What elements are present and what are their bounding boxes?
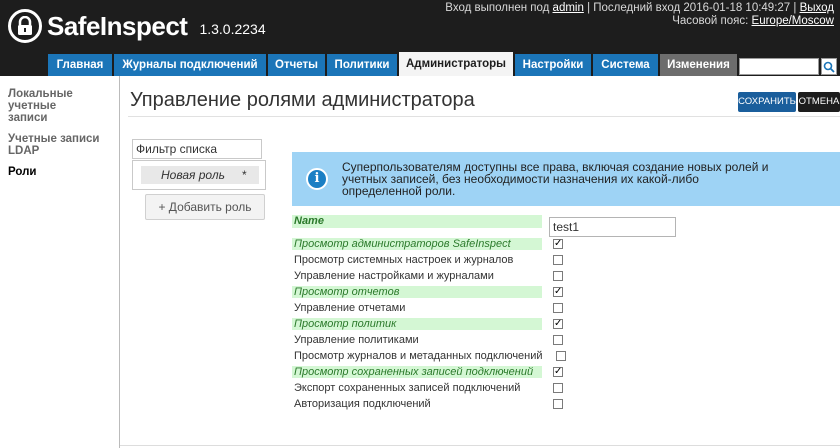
last-login: | Последний вход 2016-01-18 10:49:27 | — [587, 2, 797, 14]
permission-label: Экспорт сохраненных записей подключений — [294, 382, 521, 394]
user-link[interactable]: admin — [553, 2, 584, 14]
permission-checkbox[interactable] — [556, 351, 566, 361]
add-role-button[interactable]: + Добавить роль — [145, 194, 265, 220]
top-navigation: Главная Журналы подключений Отчеты Полит… — [0, 52, 840, 76]
tab-connection-logs[interactable]: Журналы подключений — [114, 54, 267, 76]
permission-checkbox[interactable] — [553, 383, 563, 393]
bottom-divider — [120, 445, 840, 446]
tab-home[interactable]: Главная — [48, 54, 113, 76]
search-icon — [823, 61, 835, 73]
sidebar-item-local-accounts[interactable]: Локальные учетные записи — [8, 88, 98, 124]
permission-checkbox[interactable]: ✓ — [553, 239, 563, 249]
permission-label: Управление отчетами — [294, 302, 406, 314]
permission-label: Авторизация подключений — [294, 398, 431, 410]
tab-administrators[interactable]: Администраторы — [399, 52, 514, 76]
info-icon: i — [306, 168, 328, 190]
permission-checkbox[interactable]: ✓ — [553, 287, 563, 297]
sidebar-item-roles[interactable]: Роли — [8, 166, 119, 178]
permission-checkbox[interactable]: ✓ — [553, 367, 563, 377]
role-name: Новая роль — [161, 168, 225, 182]
sidebar: Локальные учетные записи Учетные записи … — [0, 76, 120, 448]
product-name: SafeInspect — [47, 10, 188, 41]
filter-input[interactable]: Фильтр списка — [132, 139, 262, 159]
login-prefix: Вход выполнен под — [445, 2, 550, 14]
permission-checkbox[interactable] — [553, 335, 563, 345]
info-text: Суперпользователям доступны все права, в… — [342, 160, 769, 198]
product-version: 1.3.0.2234 — [199, 21, 266, 37]
role-list-item[interactable]: Новая роль * — [141, 166, 259, 184]
permission-label: Просмотр журналов и метаданных подключен… — [294, 350, 543, 362]
permission-label: Просмотр администраторов SafeInspect — [292, 238, 542, 250]
permission-label: Управление политиками — [294, 334, 419, 346]
page-title: Управление ролями администратора — [130, 89, 475, 111]
permission-label: Просмотр сохраненных записей подключений — [292, 366, 542, 378]
search-button[interactable] — [821, 58, 837, 75]
permission-label: Просмотр системных настроек и журналов — [294, 254, 514, 266]
roles-list: Новая роль * — [132, 160, 266, 190]
sidebar-item-ldap-accounts[interactable]: Учетные записи LDAP — [8, 133, 108, 157]
tab-policies[interactable]: Политики — [327, 54, 398, 76]
permission-label: Просмотр отчетов — [292, 286, 542, 298]
logout-link[interactable]: Выход — [800, 2, 834, 14]
permission-label: Просмотр политик — [292, 318, 542, 330]
unsaved-marker: * — [242, 168, 247, 182]
permission-checkbox[interactable] — [553, 303, 563, 313]
lock-icon — [8, 9, 42, 43]
save-button[interactable]: СОХРАНИТЬ — [738, 92, 796, 112]
logo: SafeInspect 1.3.0.2234 — [8, 6, 266, 46]
info-notice: i Суперпользователям доступны все права,… — [292, 152, 840, 206]
tab-system[interactable]: Система — [593, 54, 659, 76]
permission-checkbox[interactable] — [553, 255, 563, 265]
tab-settings[interactable]: Настройки — [515, 54, 592, 76]
timezone-link[interactable]: Europe/Moscow — [752, 15, 834, 27]
cancel-button[interactable]: ОТМЕНА — [798, 92, 840, 112]
timezone-prefix: Часовой пояс: — [672, 15, 749, 27]
session-info: Вход выполнен под admin | Последний вход… — [445, 2, 834, 28]
title-divider — [128, 116, 840, 117]
tab-reports[interactable]: Отчеты — [268, 54, 326, 76]
name-label: Name — [292, 215, 542, 228]
permission-label: Управление настройками и журналами — [294, 270, 494, 282]
permission-checkbox[interactable]: ✓ — [553, 319, 563, 329]
permission-checkbox[interactable] — [553, 399, 563, 409]
role-name-input[interactable]: test1 — [549, 217, 676, 237]
tab-changes[interactable]: Изменения — [660, 54, 738, 76]
search-input[interactable] — [739, 58, 819, 75]
permission-checkbox[interactable] — [553, 271, 563, 281]
